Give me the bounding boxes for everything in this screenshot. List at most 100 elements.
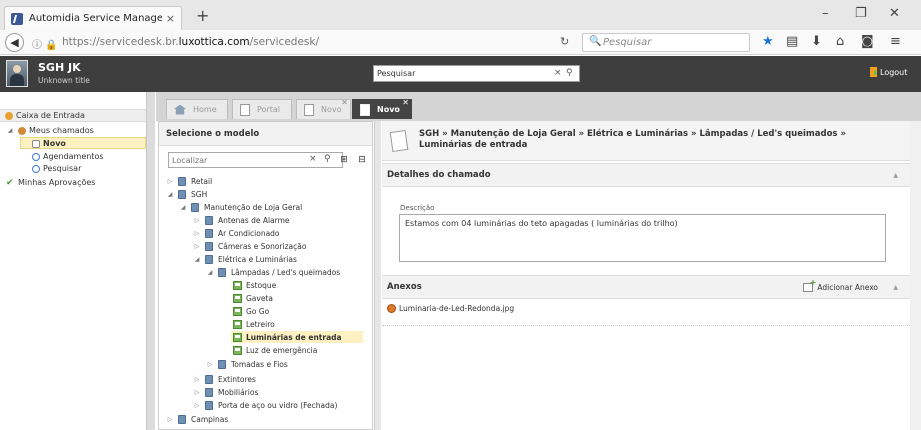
tab-portal[interactable]: Portal [232,99,292,119]
close-icon[interactable]: ✕ [402,98,409,107]
description-field[interactable]: Estamos com 04 luminárias do teto apagad… [399,214,886,262]
pocket-icon[interactable]: ◙ [861,34,874,49]
tree-node[interactable]: ◢ SGH [166,188,207,200]
expand-tree-icon[interactable]: ⊞ [337,153,351,167]
expand-arrow-icon[interactable]: ▷ [166,416,174,423]
app-favicon-icon [11,12,23,25]
reload-icon[interactable]: ↻ [560,35,569,48]
browser-tab-bar: Automidia Service Managem × + – ❐ ✕ [0,0,921,30]
expand-arrow-icon[interactable]: ▷ [193,402,201,409]
collapse-arrow-icon[interactable]: ◢ [6,127,14,134]
nav-inbox[interactable]: Caixa de Entrada [0,109,146,122]
tree-node[interactable]: ▷ Tomadas e Fios [206,358,288,370]
document-icon [304,103,314,116]
menu-icon[interactable]: ≡ [890,34,901,49]
tree-leaf-label: Go Go [246,306,270,316]
tree-leaf[interactable]: Luz de emergência [233,344,317,356]
expand-arrow-icon[interactable]: ▷ [206,361,214,368]
right-scrollbar[interactable] [910,121,921,430]
collapse-arrow-icon[interactable]: ◢ [166,191,174,198]
expand-arrow-icon[interactable]: ▷ [193,389,201,396]
clear-icon[interactable]: × [554,68,562,78]
tree-node[interactable]: ▷ Campinas [166,413,228,425]
attachment-item[interactable]: Luminaria-de-Led-Redonda.jpg [387,304,514,313]
tree-node-label: Antenas de Alarme [218,215,290,225]
divider [382,325,910,326]
folder-icon [178,176,186,186]
tree-node[interactable]: ▷ Ar Condicionado [193,227,280,239]
info-lock-icon[interactable]: ⓘ 🔒 [32,36,58,51]
tab-novo-active-label: Novo [377,105,400,114]
model-search-input[interactable] [169,153,299,167]
maximize-icon[interactable]: ❐ [855,6,867,21]
expand-arrow-icon[interactable]: ▷ [166,178,174,185]
new-tab-button[interactable]: + [196,6,209,25]
back-arrow-icon[interactable]: ◀ [5,33,24,52]
nav-agendamentos[interactable]: Agendamentos [32,151,104,162]
collapse-arrow-icon[interactable]: ◢ [193,256,201,263]
tree-leaf[interactable]: Letreiro [233,318,275,330]
tree-leaf[interactable]: Estoque [233,279,276,291]
browser-search-input[interactable]: 🔍 Pesquisar [582,33,750,52]
search-icon[interactable]: ⚲ [566,68,573,78]
tree-leaf[interactable]: Go Go [233,305,269,317]
tree-node[interactable]: ◢ Elétrica e Luminárias [193,253,297,265]
browser-nav-bar: ◀ ⓘ 🔒 https://servicedesk.br.luxottica.c… [0,30,921,55]
checkmark-icon: ✔ [6,177,14,188]
tab-novo-active[interactable]: Novo ✕ [352,98,412,119]
nav-novo[interactable]: Novo [32,138,66,149]
tree-node-label: Manutenção de Loja Geral [204,202,303,212]
model-panel: Selecione o modelo × ⚲ ⊞ ⊟ ▷ Retail ◢ SG… [158,121,373,430]
collapse-icon[interactable]: ▲ [893,284,898,291]
tree-node[interactable]: ▷ Porta de aço ou vidro (Fechada) [193,399,337,411]
tree-node[interactable]: ▷ Retail [166,175,212,187]
browser-tab[interactable]: Automidia Service Managem × [4,6,182,30]
window-close-icon[interactable]: ✕ [889,6,900,21]
search-icon [32,164,40,173]
logout-button[interactable]: Logout [870,67,907,77]
tree-leaf-label: Luz de emergência [246,345,318,355]
template-icon [233,306,242,316]
collapse-arrow-icon[interactable]: ◢ [179,204,187,211]
panel-splitter[interactable] [374,121,381,430]
expand-arrow-icon[interactable]: ▷ [193,243,201,250]
tree-leaf-label: Luminárias de entrada [246,332,342,342]
home-icon[interactable]: ⌂ [836,34,844,49]
download-icon[interactable]: ⬇ [811,34,822,49]
bookmark-star-icon[interactable]: ★ [762,34,774,49]
tree-leaf-selected[interactable]: Luminárias de entrada [231,331,363,343]
minimize-icon[interactable]: – [822,6,829,21]
folder-icon [178,414,186,424]
expand-arrow-icon[interactable]: ▷ [193,217,201,224]
tree-leaf[interactable]: Gaveta [233,292,273,304]
add-attachment-button[interactable]: Adicionar Anexo [803,276,878,298]
app-search-input[interactable] [374,66,544,81]
nav-pesquisar[interactable]: Pesquisar [32,163,81,174]
nav-my-tickets[interactable]: ◢ Meus chamados [6,125,94,136]
tree-node[interactable]: ▷ Mobiliários [193,386,258,398]
tree-node[interactable]: ▷ Extintores [193,373,256,385]
tree-node[interactable]: ▷ Câmeras e Sonorização [193,240,306,252]
tab-home[interactable]: Home [166,99,228,119]
tree-node-label: Tomadas e Fios [231,359,288,369]
collapse-icon[interactable]: ▲ [893,172,898,179]
nav-aprovacoes[interactable]: ✔ Minhas Aprovações [6,177,95,188]
close-tab-icon[interactable]: × [166,12,175,25]
user-icon [18,126,26,135]
reading-list-icon[interactable]: ▤ [786,34,798,49]
expand-arrow-icon[interactable]: ▷ [193,376,201,383]
ticket-detail: SGH » Manutenção de Loja Geral » Elétric… [382,121,910,430]
collapse-tree-icon[interactable]: ⊟ [355,153,369,167]
expand-arrow-icon[interactable]: ▷ [193,230,201,237]
clear-icon[interactable]: × [309,154,317,164]
tab-novo-1[interactable]: Novo ✕ [296,98,351,119]
search-icon[interactable]: ⚲ [324,154,331,164]
tree-node[interactable]: ◢ Manutenção de Loja Geral [179,201,302,213]
tree-node[interactable]: ▷ Antenas de Alarme [193,214,290,226]
tree-node[interactable]: ◢ Lâmpadas / Led's queimados [206,266,340,278]
address-bar[interactable]: https://servicedesk.br.luxottica.com/ser… [62,36,319,48]
collapse-arrow-icon[interactable]: ◢ [206,269,214,276]
left-panel-splitter[interactable] [146,92,155,430]
close-icon[interactable]: ✕ [341,98,348,107]
details-section-header[interactable]: Detalhes do chamado ▲ [382,163,910,187]
